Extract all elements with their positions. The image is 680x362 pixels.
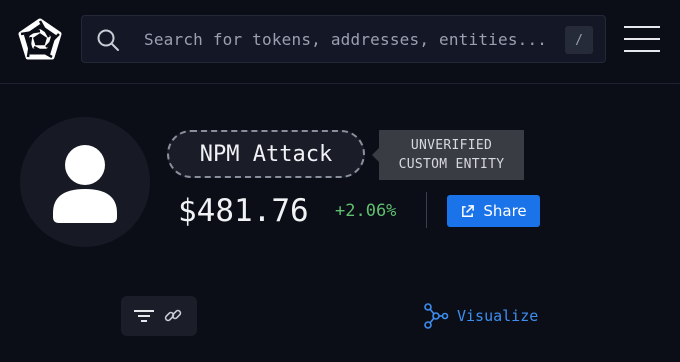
tooltip-line-1: UNVERIFIED	[410, 138, 493, 153]
arkham-logo-icon[interactable]	[18, 18, 62, 62]
entity-name[interactable]: NPM Attack	[167, 130, 365, 178]
visualize-button[interactable]: Visualize	[421, 300, 538, 332]
entity-balance: $481.76	[178, 193, 309, 229]
search-input[interactable]: Search for tokens, addresses, entities..…	[144, 30, 547, 49]
entity-avatar	[20, 117, 150, 247]
visualize-label: Visualize	[457, 307, 539, 325]
filter-toolbar	[121, 296, 197, 336]
search-icon	[97, 29, 119, 51]
user-avatar-icon	[53, 145, 117, 223]
filter-icon[interactable]	[133, 307, 155, 325]
search-shortcut-key: /	[565, 26, 593, 54]
top-bar: Search for tokens, addresses, entities..…	[0, 0, 680, 84]
link-icon[interactable]	[163, 306, 183, 326]
search-bar[interactable]: Search for tokens, addresses, entities..…	[81, 15, 606, 63]
balance-change: +2.06%	[335, 201, 397, 221]
share-label: Share	[483, 202, 527, 220]
divider	[426, 192, 427, 228]
hamburger-menu-icon[interactable]	[624, 24, 660, 54]
entity-tooltip: UNVERIFIED CUSTOM ENTITY	[372, 130, 524, 180]
tooltip-line-2: CUSTOM ENTITY	[398, 157, 505, 172]
external-share-icon	[462, 204, 475, 217]
share-button[interactable]: Share	[447, 195, 540, 227]
graph-nodes-icon	[424, 303, 449, 329]
